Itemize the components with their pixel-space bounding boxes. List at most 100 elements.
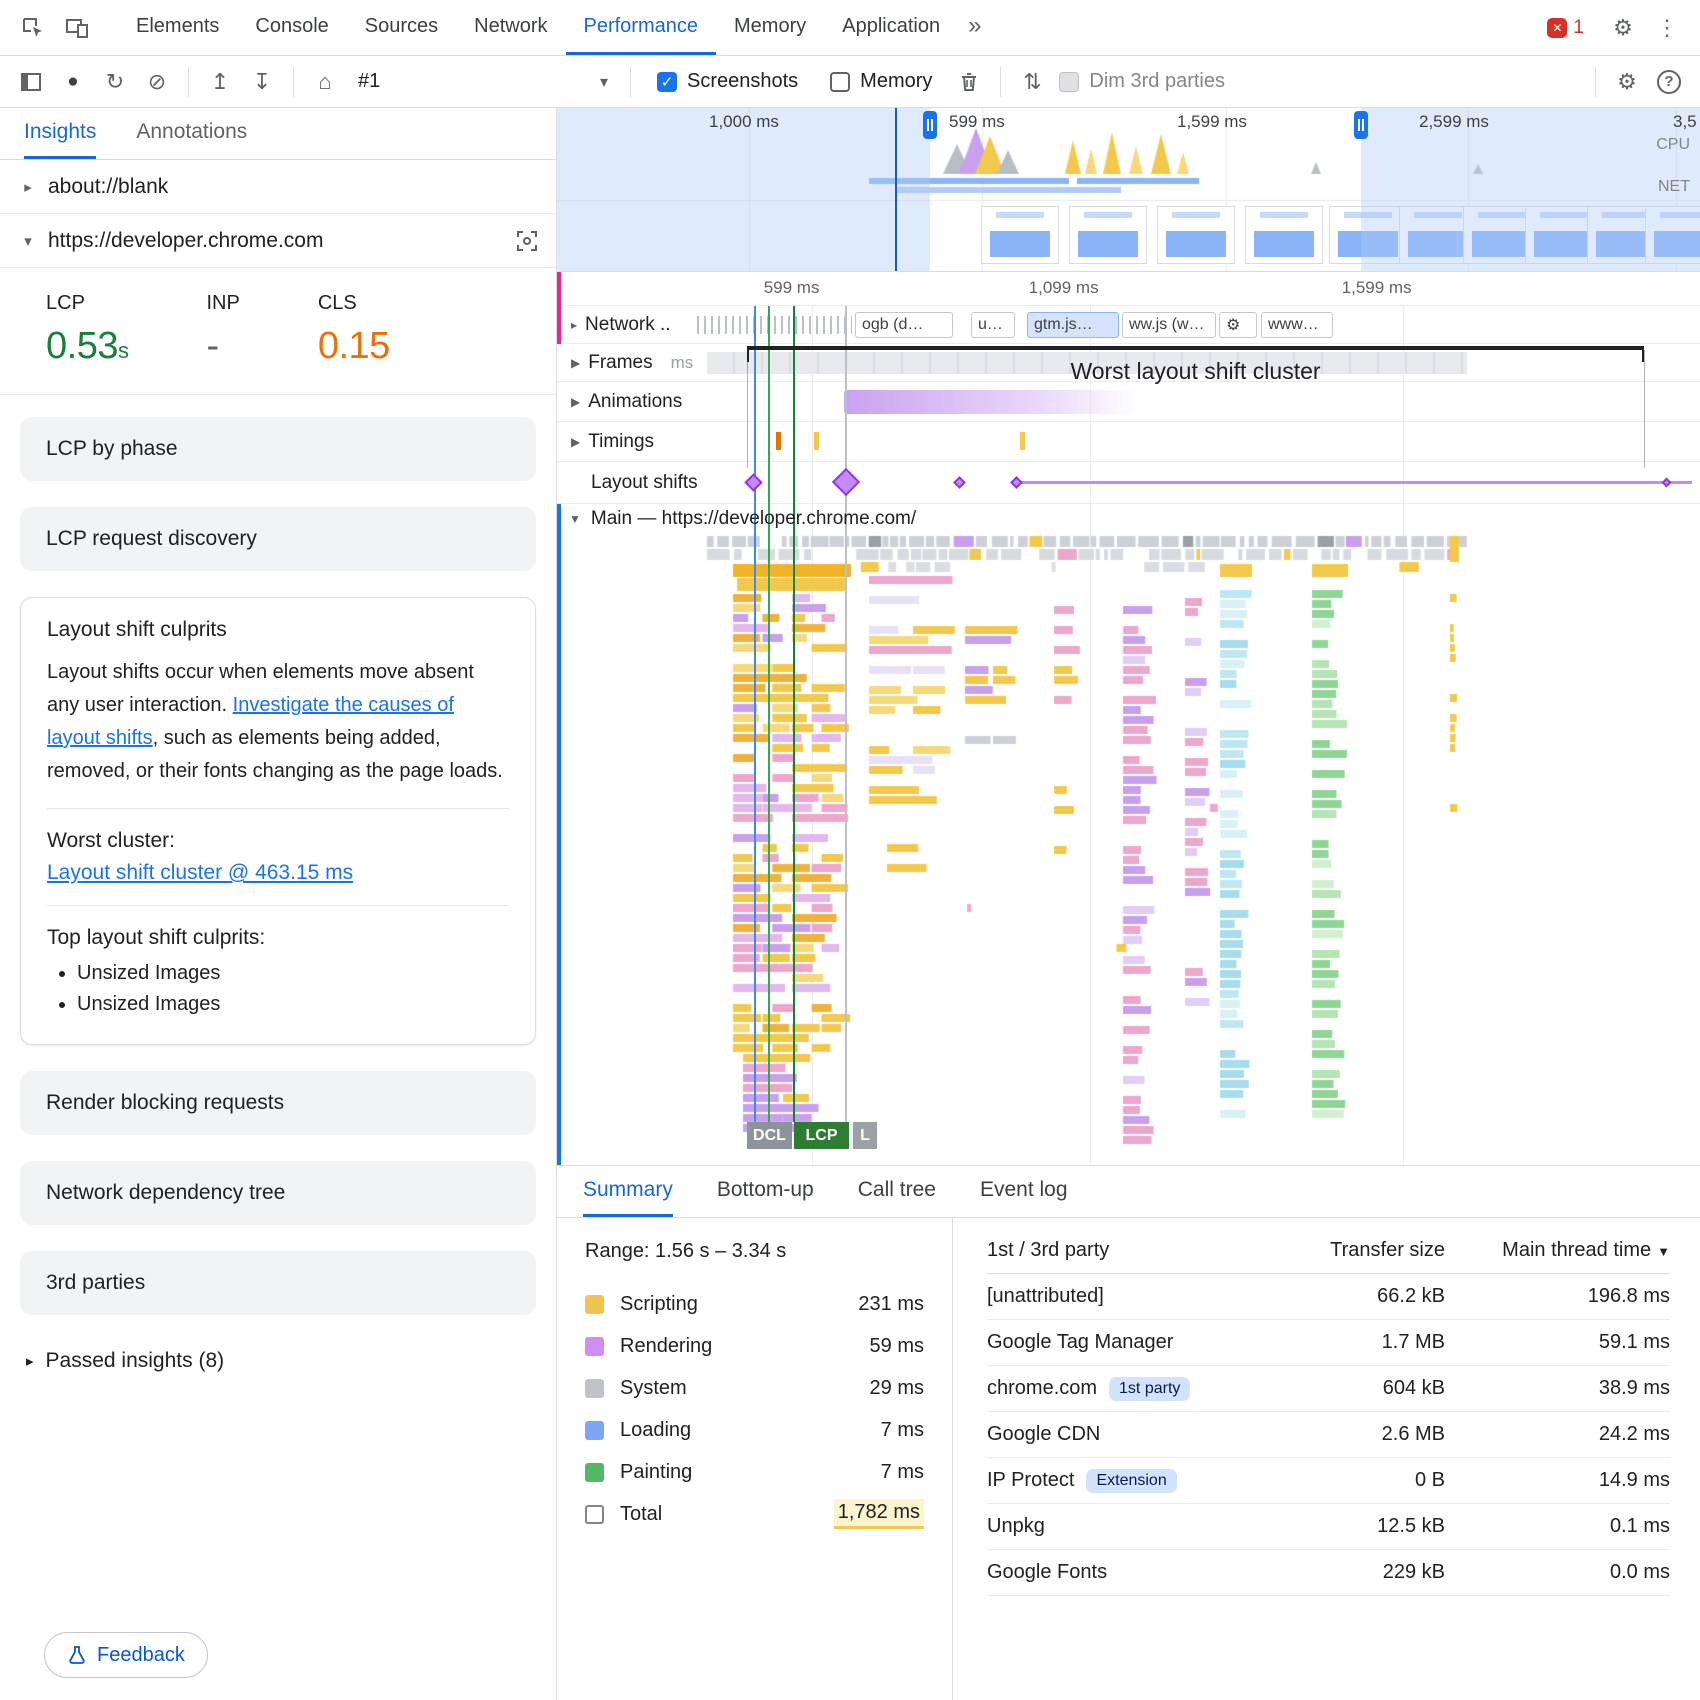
flame-chart-canvas[interactable] [557, 534, 1700, 1165]
table-row[interactable]: Google CDN 2.6 MB 24.2 ms [987, 1412, 1670, 1458]
clear-button[interactable]: ⊘ [138, 63, 176, 101]
column-header-transfer-size[interactable]: Transfer size [1255, 1239, 1445, 1262]
layout-shifts-track[interactable]: Layout shifts [557, 462, 1700, 504]
dim-3rd-parties-toggle[interactable]: Dim 3rd parties [1059, 70, 1225, 93]
tab-annotations[interactable]: Annotations [136, 108, 247, 159]
layout-shift-diamond[interactable] [953, 476, 966, 489]
table-row[interactable]: IP ProtectExtension 0 B 14.9 ms [987, 1458, 1670, 1504]
table-row[interactable]: chrome.com1st party 604 kB 38.9 ms [987, 1366, 1670, 1412]
animations-track[interactable]: ▶ Animations [557, 382, 1700, 422]
range-handle-right[interactable] [1354, 111, 1368, 139]
load-profile-icon[interactable]: ↧ [243, 63, 281, 101]
tab-console[interactable]: Console [237, 0, 346, 55]
tab-event-log[interactable]: Event log [980, 1166, 1068, 1217]
layout-shift-diamond[interactable] [744, 473, 762, 491]
error-count-badge[interactable]: ✕ 1 [1547, 17, 1584, 39]
insight-card-network-dependency-tree[interactable]: Network dependency tree [20, 1161, 536, 1225]
filmstrip-thumbnail[interactable] [1157, 206, 1235, 264]
range-handle-left[interactable] [923, 111, 937, 139]
tab-call-tree[interactable]: Call tree [858, 1166, 936, 1217]
frames-track-header[interactable]: ▶ Frames ms [565, 352, 699, 374]
reload-and-record-button[interactable]: ↻ [96, 63, 134, 101]
save-profile-icon[interactable]: ↥ [201, 63, 239, 101]
insight-card-layout-shift-culprits[interactable]: Layout shift culprits Layout shifts occu… [20, 597, 536, 1045]
network-request-gear-chip[interactable]: ⚙ [1219, 312, 1257, 338]
tab-summary[interactable]: Summary [583, 1166, 673, 1217]
timeline-overview[interactable]: 1,000 ms 599 ms 1,599 ms 2,599 ms 3,5 CP… [557, 108, 1700, 272]
table-row[interactable]: [unattributed] 66.2 kB 196.8 ms [987, 1274, 1670, 1320]
lcp-marker-chip[interactable]: LCP [794, 1122, 849, 1149]
toggle-sidebar-icon[interactable] [12, 63, 50, 101]
page-row-about-blank[interactable]: ▸ about://blank [0, 160, 556, 214]
timing-mark[interactable] [776, 432, 781, 450]
passed-insights-toggle[interactable]: ▸ Passed insights (8) [20, 1341, 536, 1381]
table-row[interactable]: Unpkg 12.5 kB 0.1 ms [987, 1504, 1670, 1550]
kebab-menu-icon[interactable]: ⋮ [1648, 9, 1686, 47]
capture-settings-gear-icon[interactable]: ⚙ [1608, 63, 1646, 101]
legend-label: System [620, 1377, 687, 1400]
tab-application[interactable]: Application [824, 0, 958, 55]
live-metrics-home-icon[interactable]: ⌂ [306, 63, 344, 101]
metric-inp[interactable]: INP - [206, 292, 239, 368]
insight-card-render-blocking[interactable]: Render blocking requests [20, 1071, 536, 1135]
animations-track-header[interactable]: ▶ Animations [565, 391, 688, 413]
history-dropdown[interactable]: #1 ▾ [348, 64, 618, 100]
tab-memory[interactable]: Memory [716, 0, 824, 55]
capture-settings-icon[interactable]: ⇅ [1013, 63, 1051, 101]
tab-bottom-up[interactable]: Bottom-up [717, 1166, 814, 1217]
tab-sources[interactable]: Sources [347, 0, 456, 55]
insight-card-lcp-request-discovery[interactable]: LCP request discovery [20, 507, 536, 571]
network-request-chip[interactable]: www… [1261, 312, 1333, 338]
column-header-main-thread-time[interactable]: Main thread time▼ [1445, 1239, 1670, 1262]
table-row[interactable]: Google Tag Manager 1.7 MB 59.1 ms [987, 1320, 1670, 1366]
network-track-header[interactable]: ▸ Network .. [565, 314, 677, 336]
culprit-item[interactable]: Unsized Images [77, 962, 509, 985]
metric-lcp[interactable]: LCP 0.53s [46, 292, 128, 368]
settings-gear-icon[interactable]: ⚙ [1604, 9, 1642, 47]
layout-shift-diamond[interactable] [832, 468, 860, 496]
record-button[interactable]: ● [54, 63, 92, 101]
memory-checkbox[interactable]: Memory [830, 70, 932, 93]
viewfinder-icon[interactable] [516, 230, 538, 252]
column-header-party[interactable]: 1st / 3rd party [987, 1239, 1255, 1262]
main-thread-track-header[interactable]: ▼ Main — https://developer.chrome.com/ [557, 504, 1700, 534]
panel-tabs: Elements Console Sources Network Perform… [118, 0, 991, 55]
network-request-chip[interactable]: u… [971, 312, 1015, 338]
page-row-developer-chrome[interactable]: ▾ https://developer.chrome.com [0, 214, 556, 268]
insight-card-lcp-by-phase[interactable]: LCP by phase [20, 417, 536, 481]
l-marker-chip[interactable]: L [853, 1122, 877, 1149]
insight-card-3rd-parties[interactable]: 3rd parties [20, 1251, 536, 1315]
tab-insights[interactable]: Insights [24, 108, 96, 159]
filmstrip-thumbnail[interactable] [1069, 206, 1147, 264]
more-panels-icon[interactable]: » [958, 0, 991, 55]
help-icon[interactable]: ? [1650, 63, 1688, 101]
culprit-item[interactable]: Unsized Images [77, 993, 509, 1016]
filmstrip-thumbnail[interactable] [1245, 206, 1323, 264]
dcl-marker-chip[interactable]: DCL [747, 1122, 792, 1149]
timing-mark[interactable] [814, 432, 819, 450]
layout-shift-diamond[interactable] [1662, 478, 1672, 488]
metric-cls[interactable]: CLS 0.15 [318, 292, 390, 368]
tab-performance[interactable]: Performance [566, 0, 717, 55]
timings-track-header[interactable]: ▶ Timings [565, 431, 660, 453]
screenshots-checkbox[interactable]: ✓ Screenshots [657, 70, 798, 93]
layout-shifts-track-header[interactable]: Layout shifts [585, 472, 704, 494]
filmstrip-thumbnail[interactable] [981, 206, 1059, 264]
timing-mark[interactable] [1020, 432, 1025, 450]
device-toolbar-icon[interactable] [58, 9, 96, 47]
garbage-collect-icon[interactable] [950, 63, 988, 101]
tab-network[interactable]: Network [456, 0, 565, 55]
network-track[interactable]: ogb (d… u… gtm.js… ww.js (w… ⚙ www… ▸ Ne… [557, 306, 1700, 344]
main-thread-flame-chart[interactable] [557, 534, 1700, 1165]
network-request-chip[interactable]: gtm.js… [1027, 312, 1119, 338]
table-row[interactable]: Google Fonts 229 kB 0.0 ms [987, 1550, 1670, 1596]
network-request-chip[interactable]: ww.js (w… [1122, 312, 1216, 338]
worst-cluster-link[interactable]: Layout shift cluster @ 463.15 ms [47, 861, 353, 884]
layout-shift-diamond[interactable] [1010, 476, 1023, 489]
feedback-button[interactable]: Feedback [44, 1632, 208, 1678]
timeline-ruler[interactable]: 599 ms 1,099 ms 1,599 ms [557, 272, 1700, 306]
network-request-chip[interactable]: ogb (d… [855, 312, 953, 338]
timings-track[interactable]: ▶ Timings [557, 422, 1700, 462]
inspect-element-icon[interactable] [14, 9, 52, 47]
tab-elements[interactable]: Elements [118, 0, 237, 55]
